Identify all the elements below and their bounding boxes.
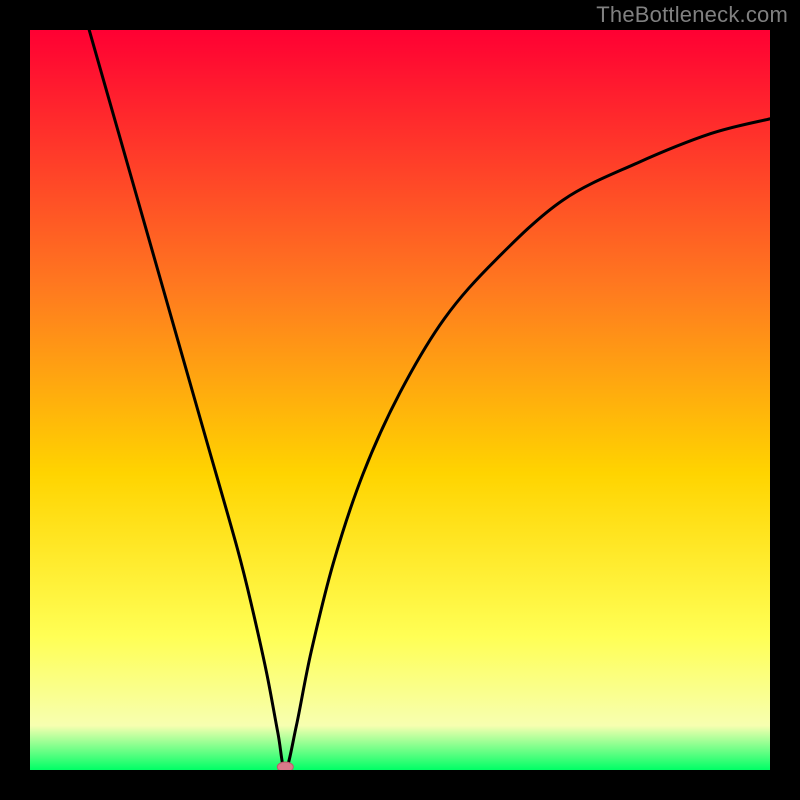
chart-svg (30, 30, 770, 770)
plot-area (30, 30, 770, 770)
chart-frame: TheBottleneck.com (0, 0, 800, 800)
minimum-marker (277, 762, 293, 770)
gradient-background (30, 30, 770, 770)
watermark-text: TheBottleneck.com (596, 2, 788, 28)
